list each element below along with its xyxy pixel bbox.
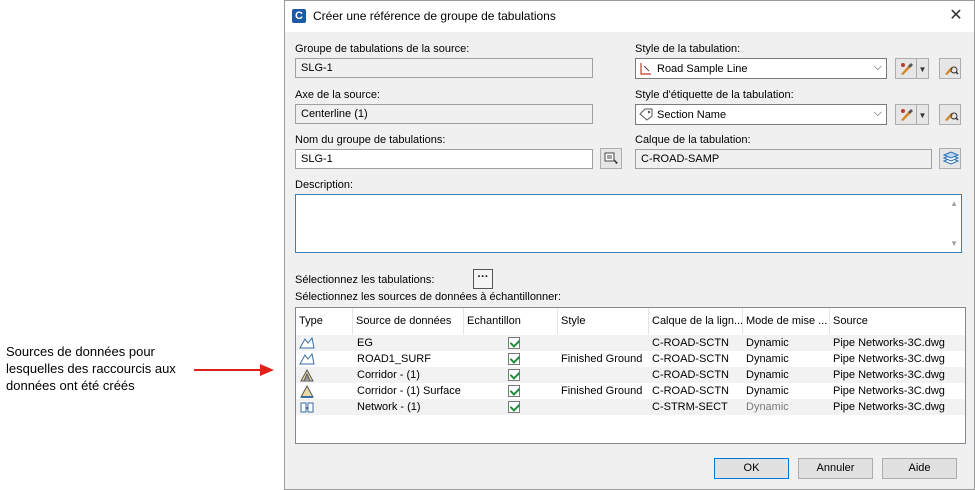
row-update-mode[interactable]: Dynamic (746, 369, 789, 381)
corridor-icon (300, 368, 314, 382)
scroll-down-icon[interactable]: ▼ (950, 239, 958, 248)
table-row[interactable]: Corridor - (1) C-ROAD-SCTN Dynamic Pipe Net… (296, 367, 965, 383)
table-row[interactable]: ROAD1_SURF Finished Ground C-ROAD-SCTN Dyna… (296, 351, 965, 367)
table-row[interactable]: Network - (1) C-STRM-SECT Dynamic Pipe Netw… (296, 399, 965, 415)
sample-checkbox[interactable] (508, 401, 520, 413)
scroll-up-icon[interactable]: ▲ (950, 199, 958, 208)
label-style-options-dropdown[interactable]: ▼ (917, 104, 929, 125)
row-origin-file: Pipe Networks-3C.dwg (833, 353, 945, 365)
label-tag-icon (639, 108, 653, 121)
select-samples-label: Sélectionnez les tabulations: (295, 274, 435, 286)
cancel-button[interactable]: Annuler (798, 458, 873, 479)
pick-name-button[interactable] (600, 148, 622, 169)
annotation-arrow-head (260, 364, 274, 376)
layer-field: C-ROAD-SAMP (635, 149, 932, 169)
chevron-down-icon: ⌵ (873, 61, 882, 73)
description-label: Description: (295, 179, 354, 191)
pipe-network-icon (300, 402, 314, 413)
style-edit-icon (901, 63, 913, 75)
column-header-type[interactable]: Type (296, 308, 353, 334)
row-style[interactable]: Finished Ground (561, 353, 642, 365)
row-update-mode[interactable]: Dynamic (746, 385, 789, 397)
row-layer[interactable]: C-ROAD-SCTN (652, 369, 729, 381)
style-browse-icon (945, 112, 959, 121)
row-layer[interactable]: C-STRM-SECT (652, 401, 728, 413)
name-template-icon (604, 152, 618, 164)
source-group-field: SLG-1 (295, 58, 593, 78)
close-button[interactable]: ✕ (946, 6, 966, 26)
title-bar: C Créer une référence de groupe de tabul… (285, 1, 974, 32)
column-header-layer[interactable]: Calque de la lign... (649, 308, 743, 334)
group-name-label: Nom du groupe de tabulations: (295, 134, 446, 146)
row-source-name: Corridor - (1) (357, 369, 420, 381)
chevron-down-icon: ⌵ (873, 107, 882, 119)
row-origin-file: Pipe Networks-3C.dwg (833, 401, 945, 413)
annotation-arrow-line (194, 369, 262, 371)
description-textarea[interactable]: ▲ ▼ (295, 194, 962, 253)
column-header-sample[interactable]: Echantillon (464, 308, 558, 334)
view-label-style-button[interactable] (939, 104, 961, 125)
table-row[interactable]: Corridor - (1) Surface Finished Ground C-R… (296, 383, 965, 399)
select-samples-button[interactable]: ··· (473, 269, 493, 289)
row-layer[interactable]: C-ROAD-SCTN (652, 337, 729, 349)
layers-icon (943, 151, 959, 165)
column-header-mode[interactable]: Mode de mise ... (743, 308, 830, 334)
label-style-label: Style d'étiquette de la tabulation: (635, 89, 794, 101)
row-source-name: EG (357, 337, 373, 349)
table-row[interactable]: EG C-ROAD-SCTN Dynamic Pipe Networks-3C.dwg (296, 335, 965, 351)
label-style-value: Section Name (657, 109, 727, 121)
style-edit-icon (901, 109, 913, 121)
app-icon: C (292, 9, 306, 23)
group-name-input[interactable]: SLG-1 (295, 149, 593, 169)
surface-icon (299, 336, 315, 349)
label-style-dropdown[interactable]: Section Name ⌵ (635, 104, 887, 125)
sample-checkbox[interactable] (508, 369, 520, 381)
sample-checkbox[interactable] (508, 353, 520, 365)
select-sources-label: Sélectionnez les sources de données à éc… (295, 291, 562, 303)
column-header-source[interactable]: Source de données (353, 308, 464, 334)
row-style[interactable]: Finished Ground (561, 385, 642, 397)
surface-icon (299, 352, 315, 365)
row-layer[interactable]: C-ROAD-SCTN (652, 385, 729, 397)
edit-sample-style-button[interactable] (895, 58, 917, 79)
sample-style-label: Style de la tabulation: (635, 43, 741, 55)
sample-style-value: Road Sample Line (657, 63, 748, 75)
column-header-style[interactable]: Style (558, 308, 649, 334)
row-update-mode[interactable]: Dynamic (746, 337, 789, 349)
ok-button[interactable]: OK (714, 458, 789, 479)
annotation-text: Sources de données pour lesquelles des r… (6, 344, 176, 393)
row-source-name: Corridor - (1) Surface (357, 385, 461, 397)
sample-line-icon (640, 63, 651, 75)
help-button[interactable]: Aide (882, 458, 957, 479)
row-source-name: ROAD1_SURF (357, 353, 431, 365)
row-source-name: Network - (1) (357, 401, 421, 413)
source-axis-label: Axe de la source: (295, 89, 380, 101)
dialog-window: C Créer une référence de groupe de tabul… (284, 0, 975, 490)
row-origin-file: Pipe Networks-3C.dwg (833, 337, 945, 349)
row-update-mode[interactable]: Dynamic (746, 353, 789, 365)
source-group-label: Groupe de tabulations de la source: (295, 43, 470, 55)
layer-label: Calque de la tabulation: (635, 134, 751, 146)
dialog-title: Créer une référence de groupe de tabulat… (313, 9, 556, 23)
sample-checkbox[interactable] (508, 337, 520, 349)
sample-style-options-dropdown[interactable]: ▼ (917, 58, 929, 79)
source-axis-field: Centerline (1) (295, 104, 593, 124)
layer-select-button[interactable] (939, 148, 961, 169)
row-update-mode[interactable]: Dynamic (746, 401, 789, 413)
sample-style-dropdown[interactable]: Road Sample Line ⌵ (635, 58, 887, 79)
view-sample-style-button[interactable] (939, 58, 961, 79)
row-origin-file: Pipe Networks-3C.dwg (833, 369, 945, 381)
column-header-origin[interactable]: Source (830, 308, 965, 334)
sample-checkbox[interactable] (508, 385, 520, 397)
row-origin-file: Pipe Networks-3C.dwg (833, 385, 945, 397)
corridor-surface-icon (300, 384, 314, 398)
data-sources-table: Type Source de données Echantillon Style… (295, 307, 966, 444)
style-browse-icon (945, 66, 959, 75)
row-layer[interactable]: C-ROAD-SCTN (652, 353, 729, 365)
edit-label-style-button[interactable] (895, 104, 917, 125)
